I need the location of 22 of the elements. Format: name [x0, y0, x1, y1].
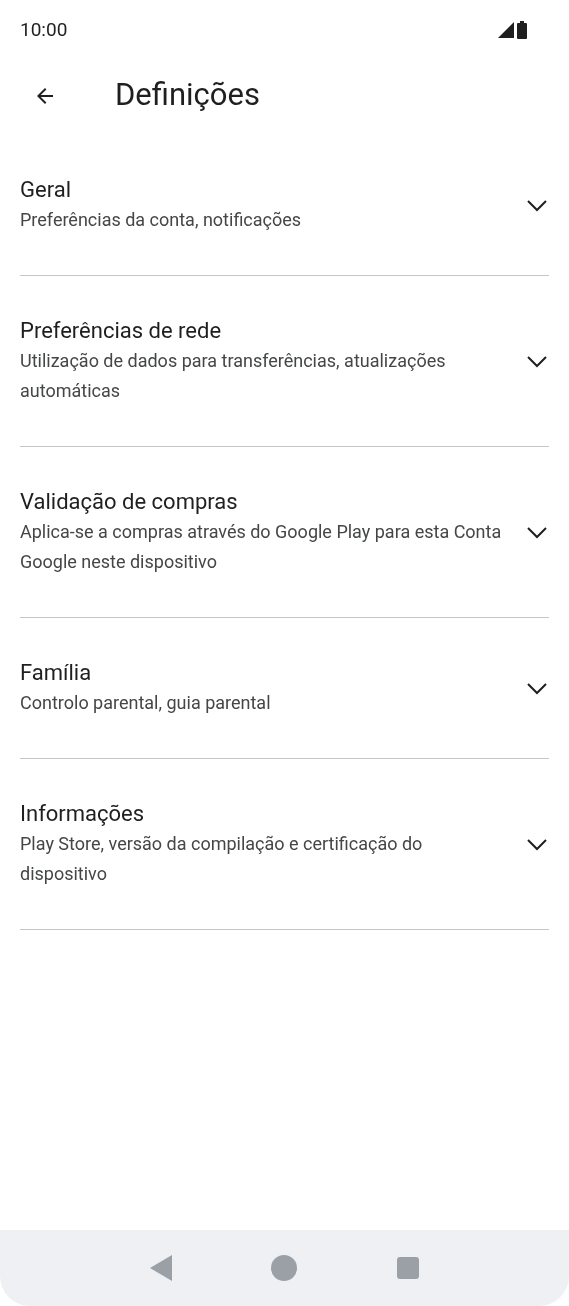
- page-title: Definições: [115, 75, 260, 116]
- section-subtitle: Preferências da conta, notificações: [20, 208, 303, 232]
- signal-icon: [498, 22, 514, 38]
- section-subtitle: Play Store, versão da compilação e certificação do dispositivo: [20, 832, 424, 886]
- settings-section[interactable]: Geral Preferências da conta, notificações: [20, 135, 549, 276]
- section-subtitle: Utilização de dados para transferências, atualizações automáticas: [20, 349, 447, 403]
- recents-square-icon[interactable]: [397, 1257, 420, 1279]
- section-title: Validação de compras: [20, 488, 239, 516]
- section-title: Preferências de rede: [20, 317, 223, 345]
- section-title: Informações: [20, 800, 146, 828]
- settings-section[interactable]: Família Controlo parental, guia parental: [20, 618, 549, 759]
- settings-section[interactable]: Informações Play Store, versão da compilação e certificação do dispositivo: [20, 759, 549, 930]
- settings-section[interactable]: Validação de compras Aplica-se a compras através do Google Play para esta Conta Google neste dispositivo: [20, 447, 549, 618]
- section-subtitle: Controlo parental, guia parental: [20, 691, 272, 715]
- home-circle-icon[interactable]: [271, 1255, 298, 1281]
- section-title: Geral: [20, 176, 72, 204]
- status-time: 10:00: [20, 16, 68, 43]
- settings-section[interactable]: Preferências de rede Utilização de dados para transferências, atualizações automáticas: [20, 276, 549, 447]
- section-title: Família: [20, 659, 93, 687]
- battery-icon: [517, 21, 527, 39]
- section-subtitle: Aplica-se a compras através do Google Play para esta Conta Google neste dispositivo: [20, 520, 503, 574]
- back-triangle-icon[interactable]: [149, 1255, 172, 1281]
